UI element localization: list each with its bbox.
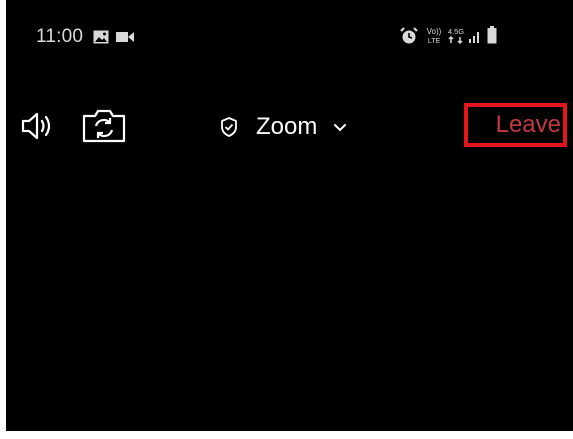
- volte-lte-icon: Vo)) LTE: [427, 27, 442, 45]
- chevron-down-icon: [334, 124, 347, 132]
- meeting-screen: 11:00 Vo)) LTE 4.5G Zoom Leave: [6, 0, 573, 431]
- switch-camera-button[interactable]: [81, 108, 127, 144]
- 4g-data-icon: 4.5G: [448, 27, 464, 45]
- leave-button[interactable]: Leave: [464, 103, 567, 147]
- battery-icon: [487, 26, 497, 44]
- switch-camera-icon: [82, 109, 126, 143]
- lte-text: LTE: [428, 38, 441, 45]
- meeting-title[interactable]: Zoom: [220, 110, 347, 144]
- status-time: 11:00: [36, 26, 84, 47]
- leave-button-label: Leave: [495, 111, 561, 138]
- data-type-text: 4.5G: [448, 27, 464, 36]
- speaker-icon: [21, 112, 51, 140]
- alarm-icon: [400, 27, 418, 44]
- speaker-button[interactable]: [21, 111, 55, 141]
- shield-check-icon: [221, 117, 237, 137]
- gallery-icon: [93, 30, 109, 44]
- status-bar: 11:00 Vo)) LTE 4.5G: [6, 0, 573, 80]
- meeting-title-text: Zoom: [256, 113, 318, 140]
- signal-icon: [469, 32, 479, 43]
- volte-text: Vo)): [427, 27, 442, 36]
- video-recorder-icon: [116, 32, 134, 42]
- meeting-toolbar: Zoom Leave: [6, 100, 573, 156]
